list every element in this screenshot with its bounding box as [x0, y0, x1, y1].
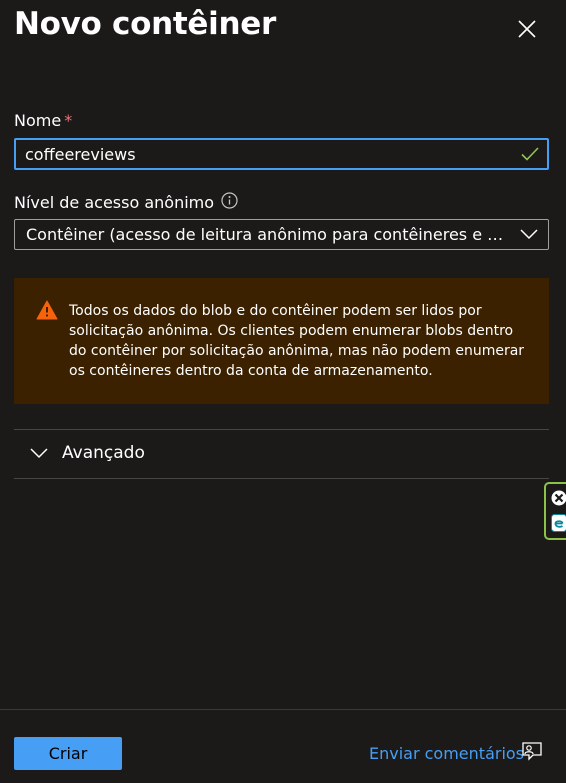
divider — [14, 478, 549, 479]
access-level-label: Nível de acesso anônimo — [14, 192, 238, 214]
info-button[interactable] — [221, 192, 238, 213]
page-title: Novo contêiner — [14, 6, 276, 42]
create-button[interactable]: Criar — [14, 737, 122, 770]
name-input-wrapper — [14, 138, 549, 170]
chevron-down-icon — [520, 229, 538, 240]
warning-message: Todos os dados do blob e do contêiner po… — [14, 278, 549, 404]
info-icon — [221, 192, 238, 209]
warning-icon — [36, 300, 58, 320]
access-level-dropdown[interactable]: Contêiner (acesso de leitura anônimo par… — [14, 219, 549, 250]
name-input[interactable] — [16, 140, 547, 168]
advanced-section-toggle[interactable]: Avançado — [14, 430, 549, 478]
required-mark: * — [64, 111, 73, 130]
feedback-icon[interactable] — [521, 741, 543, 763]
new-container-panel: Novo contêiner Nome* Nível de acesso anô… — [0, 0, 566, 783]
access-level-label-text: Nível de acesso anônimo — [14, 193, 215, 212]
check-icon — [521, 147, 539, 161]
extension-side-widget[interactable] — [544, 482, 566, 540]
name-label: Nome * — [14, 111, 72, 130]
close-button[interactable] — [512, 14, 542, 44]
chevron-down-icon — [30, 448, 48, 459]
send-feedback-link[interactable]: Enviar comentários — [369, 744, 524, 763]
warning-text: Todos os dados do blob e do contêiner po… — [69, 303, 525, 379]
extension-logo-icon — [551, 514, 566, 532]
close-icon — [518, 20, 536, 38]
advanced-label: Avançado — [62, 443, 145, 463]
close-circle-icon — [551, 490, 566, 506]
access-level-selected-value: Contêiner (acesso de leitura anônimo par… — [26, 225, 511, 244]
name-label-text: Nome — [14, 111, 62, 130]
footer-divider — [0, 709, 566, 710]
